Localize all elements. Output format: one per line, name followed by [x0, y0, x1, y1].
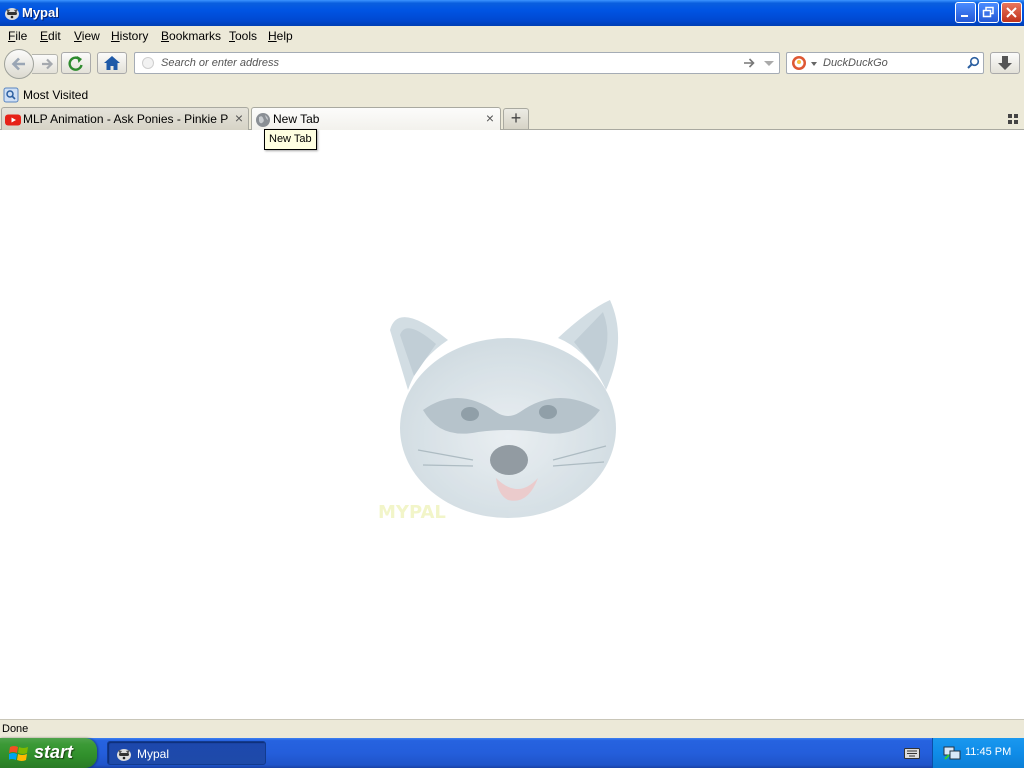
raccoon-app-icon: [5, 8, 19, 20]
taskbar: start Mypal 11:45 PM: [0, 738, 1024, 768]
system-tray: 11:45 PM: [932, 738, 1024, 768]
menu-view[interactable]: View: [72, 29, 102, 43]
forward-button[interactable]: [32, 54, 58, 74]
most-visited-icon: [3, 87, 19, 103]
home-button[interactable]: [97, 52, 127, 74]
minimize-icon: [961, 15, 968, 17]
search-input[interactable]: [823, 55, 961, 71]
close-icon: [1006, 7, 1017, 18]
start-label: start: [34, 742, 74, 762]
back-arrow-icon: [11, 57, 25, 71]
page-identity-icon: [142, 57, 154, 69]
download-icon: [998, 56, 1012, 70]
list-all-tabs-icon[interactable]: [1008, 114, 1018, 124]
reload-button[interactable]: [61, 52, 91, 74]
downloads-button[interactable]: [990, 52, 1020, 74]
globe-icon: [256, 113, 270, 127]
menu-file[interactable]: File: [6, 29, 29, 43]
menu-help[interactable]: Help: [266, 29, 295, 43]
back-button[interactable]: [4, 49, 34, 79]
minimize-button[interactable]: [955, 2, 976, 23]
window-title-bar[interactable]: Mypal: [0, 0, 1024, 26]
menu-edit[interactable]: Edit: [38, 29, 63, 43]
go-arrow-icon[interactable]: [742, 56, 756, 70]
address-bar[interactable]: [134, 52, 780, 74]
tab-mlp-animation[interactable]: MLP Animation - Ask Ponies - Pinkie Pie …: [1, 107, 249, 130]
window-title: Mypal: [22, 5, 59, 20]
engine-dropdown-icon[interactable]: [810, 60, 818, 68]
tab-label: MLP Animation - Ask Ponies - Pinkie Pie …: [23, 112, 228, 126]
keyboard-icon[interactable]: [904, 746, 920, 760]
tab-close-icon[interactable]: ×: [483, 111, 497, 126]
tab-new-tab[interactable]: New Tab ×: [251, 107, 501, 131]
taskbar-item-mypal[interactable]: Mypal: [107, 741, 266, 765]
tab-label: New Tab: [273, 112, 320, 126]
new-tab-button[interactable]: +: [503, 108, 529, 129]
restore-button[interactable]: [978, 2, 999, 23]
back-forward-group: [4, 49, 62, 79]
restore-icon: [982, 6, 994, 18]
plus-icon: +: [510, 108, 522, 128]
menu-bar: File Edit View History Bookmarks Tools H…: [0, 26, 1024, 47]
forward-arrow-icon: [42, 58, 54, 70]
status-bar: Done: [0, 719, 1024, 738]
raccoon-app-icon: [117, 749, 131, 761]
status-text: Done: [2, 723, 29, 735]
mypal-logo-text: MYPAL: [378, 502, 446, 523]
clock[interactable]: 11:45 PM: [965, 746, 1011, 758]
start-button[interactable]: start: [0, 738, 97, 768]
address-input[interactable]: [161, 55, 731, 71]
windows-flag-icon: [9, 746, 28, 761]
tab-close-icon[interactable]: ×: [232, 111, 246, 126]
home-icon: [104, 56, 120, 70]
page-content: MYPAL: [0, 130, 1024, 719]
network-icon[interactable]: [943, 745, 961, 761]
dropdown-arrow-icon[interactable]: [763, 56, 775, 70]
search-icon[interactable]: [966, 56, 980, 70]
tab-strip: MLP Animation - Ask Ponies - Pinkie Pie …: [0, 106, 1024, 131]
menu-bookmarks[interactable]: Bookmarks: [159, 29, 223, 43]
duckduckgo-icon[interactable]: [791, 55, 807, 71]
youtube-icon: [5, 114, 21, 126]
menu-history[interactable]: History: [109, 29, 150, 43]
tab-tooltip: New Tab: [264, 129, 317, 150]
bookmarks-toolbar: Most Visited: [0, 83, 1024, 106]
menu-tools[interactable]: Tools: [227, 29, 259, 43]
most-visited-label: Most Visited: [23, 88, 89, 102]
close-button[interactable]: [1001, 2, 1022, 23]
reload-icon: [68, 56, 83, 71]
navigation-toolbar: [0, 47, 1024, 83]
raccoon-logo-watermark: MYPAL: [378, 300, 619, 523]
search-bar[interactable]: [786, 52, 984, 74]
taskbar-item-label: Mypal: [137, 747, 170, 761]
